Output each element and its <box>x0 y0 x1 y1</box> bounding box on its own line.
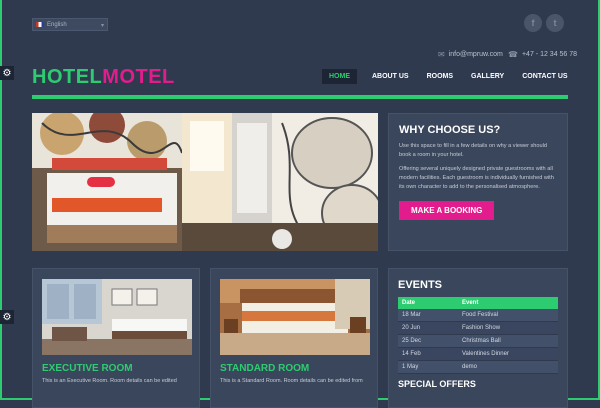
special-offers-title: SPECIAL OFFERS <box>398 379 476 389</box>
envelope-icon: ✉ <box>438 50 445 59</box>
events-header-event: Event <box>458 297 558 309</box>
room-card-executive[interactable]: EXECUTIVE ROOM This is an Executive Room… <box>32 268 200 408</box>
language-label: English <box>47 21 67 28</box>
make-booking-button[interactable]: MAKE A BOOKING <box>399 200 495 220</box>
language-select[interactable]: English ▾ <box>32 18 108 31</box>
room-card-standard[interactable]: STANDARD ROOM This is a Standard Room. R… <box>210 268 378 408</box>
table-row: 20 Jun Fashion Show <box>398 321 558 335</box>
main-nav: HOME ABOUT US ROOMS GALLERY CONTACT US <box>322 69 575 84</box>
nav-gallery[interactable]: GALLERY <box>464 69 511 84</box>
room-title-executive[interactable]: EXECUTIVE ROOM <box>42 363 190 374</box>
why-choose-us-panel: WHY CHOOSE US? Use this space to fill in… <box>388 113 568 251</box>
site-logo[interactable]: HOTELMOTEL <box>32 66 175 89</box>
event-name: Valentines Dinner <box>458 347 558 361</box>
room-desc-executive: This is an Executive Room. Room details … <box>42 378 177 384</box>
phone-icon: ☎ <box>508 50 518 59</box>
why-paragraph-2: Offering several uniquely designed priva… <box>399 165 554 190</box>
email-text: info@mpruw.com <box>448 51 503 58</box>
event-date: 18 Mar <box>398 309 458 322</box>
nav-rooms[interactable]: ROOMS <box>420 69 460 84</box>
events-title: EVENTS <box>398 279 443 291</box>
events-header-date: Date <box>398 297 458 309</box>
event-date: 20 Jun <box>398 321 458 335</box>
event-name: demo <box>458 360 558 374</box>
contact-email[interactable]: ✉ info@mpruw.com <box>438 50 503 59</box>
events-panel: EVENTS Date Event 18 Mar Food Festival 2… <box>388 268 568 408</box>
table-row: 1 May demo <box>398 360 558 374</box>
contact-phone: ☎ +47 - 12 34 56 78 <box>508 50 577 59</box>
table-row: 18 Mar Food Festival <box>398 309 558 322</box>
twitter-icon[interactable]: t <box>546 14 564 32</box>
nav-about-us[interactable]: ABOUT US <box>365 69 416 84</box>
room-image-standard[interactable] <box>220 279 370 355</box>
room-image-executive[interactable] <box>42 279 192 355</box>
why-paragraph-1: Use this space to fill in a few details … <box>399 143 547 158</box>
logo-part-motel: MOTEL <box>102 66 175 88</box>
settings-gear-icon[interactable]: ⚙ <box>0 66 14 80</box>
nav-contact-us[interactable]: CONTACT US <box>515 69 574 84</box>
facebook-icon[interactable]: f <box>524 14 542 32</box>
room-desc-standard: This is a Standard Room. Room details ca… <box>220 378 363 384</box>
settings-gear-icon[interactable]: ⚙ <box>0 310 14 324</box>
event-name: Food Festival <box>458 309 558 322</box>
header-divider <box>32 95 568 99</box>
hero-image <box>32 113 378 251</box>
nav-home[interactable]: HOME <box>322 69 357 84</box>
event-name: Fashion Show <box>458 321 558 335</box>
chevron-down-icon: ▾ <box>100 23 104 29</box>
logo-part-hotel: HOTEL <box>32 66 103 88</box>
event-date: 25 Dec <box>398 334 458 348</box>
table-row: 25 Dec Christmas Ball <box>398 334 558 348</box>
why-title: WHY CHOOSE US? <box>399 124 501 136</box>
phone-text: +47 - 12 34 56 78 <box>521 51 578 58</box>
event-date: 14 Feb <box>398 347 458 361</box>
room-title-standard[interactable]: STANDARD ROOM <box>220 363 368 374</box>
table-row: 14 Feb Valentines Dinner <box>398 347 558 361</box>
event-name: Christmas Ball <box>458 334 558 348</box>
uk-flag-icon <box>36 22 44 27</box>
events-table: Date Event 18 Mar Food Festival 20 Jun F… <box>398 297 558 374</box>
event-date: 1 May <box>398 360 458 374</box>
